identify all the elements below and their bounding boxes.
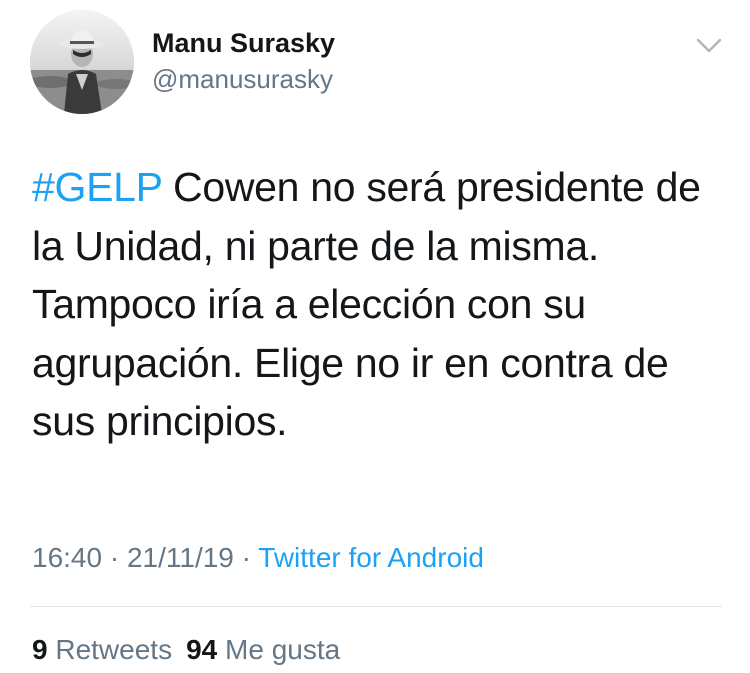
divider	[30, 606, 722, 607]
retweets-label: Retweets	[55, 634, 173, 665]
tweet-stats: 9 Retweets 94 Me gusta	[32, 634, 340, 666]
likes-stat[interactable]: 94 Me gusta	[186, 634, 340, 665]
tweet-text-line: sus principios.	[32, 398, 288, 444]
tweet-text-line: agrupación. Elige no ir en contra de	[32, 339, 669, 386]
tweet-meta: 16:40 · 21/11/19 · Twitter for Android	[32, 542, 484, 574]
tweet-source-link[interactable]: Twitter for Android	[258, 542, 484, 573]
tweet-text-line: Tampoco iría a elección con su	[32, 281, 586, 327]
meta-separator: ·	[102, 542, 127, 573]
likes-label: Me gusta	[225, 634, 341, 665]
tweet-text-line: Cowen no será presidente de	[161, 164, 701, 210]
tweet-date[interactable]: 21/11/19	[127, 542, 234, 573]
avatar-photo	[30, 10, 134, 114]
meta-separator: ·	[233, 542, 259, 573]
tweet-text: #GELP Cowen no será presidente de la Unid…	[32, 158, 732, 451]
avatar[interactable]	[30, 10, 134, 114]
chevron-down-icon[interactable]	[692, 32, 726, 58]
hashtag-link[interactable]: #GELP	[32, 164, 162, 210]
display-name[interactable]: Manu Surasky	[152, 28, 335, 59]
tweet-time[interactable]: 16:40	[32, 542, 102, 573]
retweets-count: 9	[32, 634, 48, 665]
retweets-stat[interactable]: 9 Retweets	[32, 634, 172, 665]
user-handle[interactable]: @manusurasky	[152, 64, 333, 95]
likes-count: 94	[186, 634, 218, 665]
tweet-text-line: la Unidad, ni parte de la misma.	[32, 222, 599, 269]
tweet-card: Manu Surasky @manusurasky #GELP Cowen no…	[0, 0, 750, 673]
